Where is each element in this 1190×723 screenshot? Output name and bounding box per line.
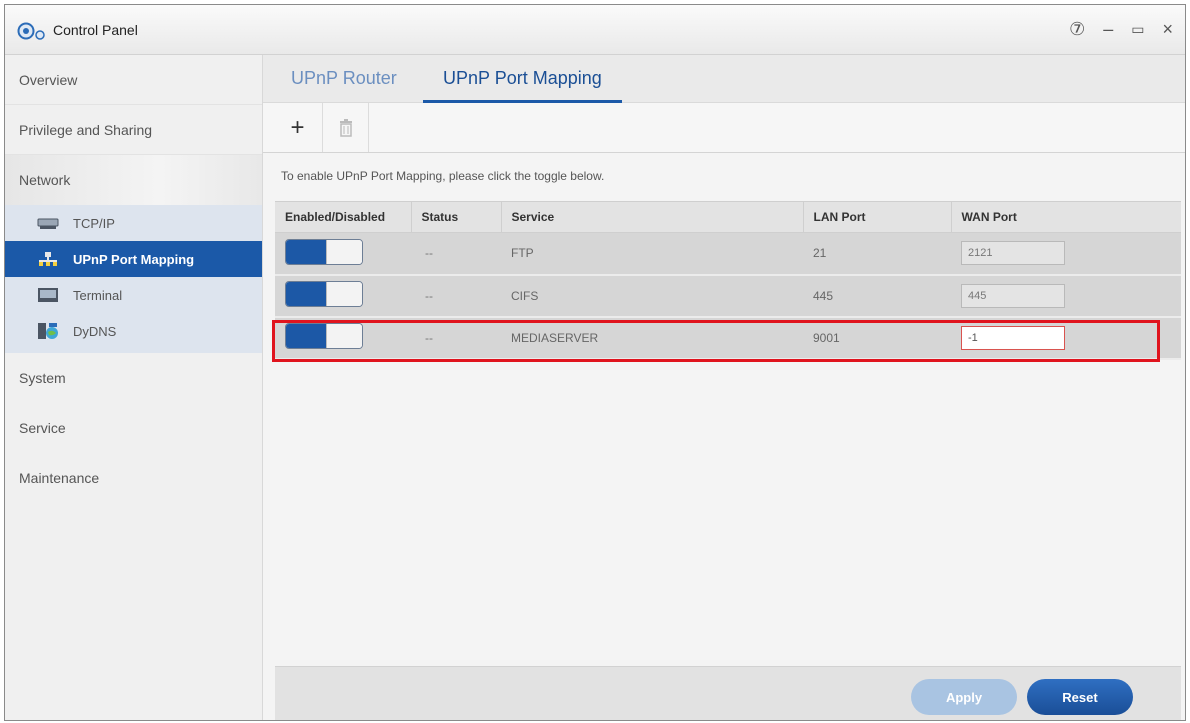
table-row: -- FTP 21 bbox=[275, 232, 1181, 276]
status-cell: -- bbox=[411, 316, 501, 360]
sidebar-subitem-tcp-ip[interactable]: TCP/IP bbox=[5, 205, 262, 241]
column-header-lan-port[interactable]: LAN Port bbox=[803, 201, 952, 233]
tab-upnp-port-mapping[interactable]: UPnP Port Mapping bbox=[423, 55, 622, 103]
service-cell: FTP bbox=[501, 232, 803, 276]
sidebar-subitem-label: UPnP Port Mapping bbox=[73, 251, 195, 267]
column-header-status[interactable]: Status bbox=[411, 201, 502, 233]
sidebar-item-maintenance[interactable]: Maintenance bbox=[5, 453, 262, 503]
wan-port-input[interactable] bbox=[961, 325, 1065, 350]
tab-upnp-router[interactable]: UPnP Router bbox=[291, 55, 397, 103]
lan-port-cell: 445 bbox=[803, 274, 951, 318]
trash-icon bbox=[339, 118, 352, 137]
sidebar-subitem-terminal[interactable]: Terminal bbox=[5, 277, 262, 313]
toolbar: + bbox=[263, 103, 1185, 153]
sidebar-subitem-upnp-port-mapping[interactable]: UPnP Port Mapping bbox=[5, 241, 262, 277]
enable-toggle[interactable] bbox=[285, 323, 363, 349]
wan-port-input[interactable] bbox=[961, 283, 1065, 308]
tab-bar: UPnP Router UPnP Port Mapping bbox=[263, 55, 1185, 103]
footer-bar: Apply Reset bbox=[275, 666, 1181, 720]
main-panel: UPnP Router UPnP Port Mapping + To enabl… bbox=[263, 55, 1185, 720]
add-button[interactable]: + bbox=[273, 103, 323, 152]
column-header-service[interactable]: Service bbox=[501, 201, 804, 233]
table-header-row: Enabled/Disabled Status Service LAN Port… bbox=[275, 201, 1181, 233]
sidebar-subitem-dydns[interactable]: DyDNS bbox=[5, 313, 262, 349]
sidebar: Overview Privilege and Sharing Network T… bbox=[5, 55, 263, 720]
sidebar-item-system[interactable]: System bbox=[5, 353, 262, 403]
hint-text: To enable UPnP Port Mapping, please clic… bbox=[281, 169, 605, 183]
port-mapping-table: Enabled/Disabled Status Service LAN Port… bbox=[275, 201, 1181, 360]
sidebar-subitem-label: Terminal bbox=[73, 287, 123, 303]
terminal-icon bbox=[38, 288, 58, 302]
control-panel-logo-icon bbox=[17, 22, 45, 40]
lan-port-cell: 21 bbox=[803, 232, 951, 276]
network-adapter-icon bbox=[37, 218, 59, 229]
sidebar-item-overview[interactable]: Overview bbox=[5, 55, 262, 105]
sidebar-item-network[interactable]: Network bbox=[5, 155, 262, 205]
status-cell: -- bbox=[411, 274, 501, 318]
window-title: Control Panel bbox=[53, 22, 138, 38]
status-cell: -- bbox=[411, 232, 501, 276]
service-cell: CIFS bbox=[501, 274, 803, 318]
column-header-enabled[interactable]: Enabled/Disabled bbox=[275, 201, 412, 233]
plus-icon: + bbox=[290, 113, 305, 141]
sidebar-item-privilege-and-sharing[interactable]: Privilege and Sharing bbox=[5, 105, 262, 155]
sidebar-subitem-label: DyDNS bbox=[73, 323, 117, 339]
maximize-button[interactable]: ▭ bbox=[1131, 17, 1144, 41]
sidebar-item-service[interactable]: Service bbox=[5, 403, 262, 453]
table-row: -- CIFS 445 bbox=[275, 274, 1181, 318]
close-button[interactable]: × bbox=[1162, 17, 1173, 41]
lan-port-cell: 9001 bbox=[803, 316, 951, 360]
dydns-icon bbox=[38, 323, 58, 339]
reset-button[interactable]: Reset bbox=[1027, 679, 1133, 715]
control-panel-window: Control Panel ⑦ – ▭ × Overview Privilege… bbox=[4, 4, 1186, 721]
apply-button[interactable]: Apply bbox=[911, 679, 1017, 715]
port-mapping-icon bbox=[39, 252, 57, 266]
enable-toggle[interactable] bbox=[285, 238, 363, 265]
network-submenu: TCP/IP UPnP Port Mapping Terminal DyDNS bbox=[5, 205, 262, 353]
column-header-wan-port[interactable]: WAN Port bbox=[951, 201, 1181, 233]
delete-button[interactable] bbox=[323, 103, 369, 152]
minimize-button[interactable]: – bbox=[1103, 17, 1113, 41]
table-row: -- MEDIASERVER 9001 bbox=[275, 316, 1181, 360]
wan-port-input[interactable] bbox=[961, 241, 1065, 266]
service-cell: MEDIASERVER bbox=[501, 316, 803, 360]
sidebar-subitem-label: TCP/IP bbox=[73, 215, 115, 231]
enable-toggle[interactable] bbox=[285, 281, 363, 307]
help-icon[interactable]: ⑦ bbox=[1069, 17, 1085, 41]
title-bar: Control Panel ⑦ – ▭ × bbox=[5, 5, 1185, 55]
